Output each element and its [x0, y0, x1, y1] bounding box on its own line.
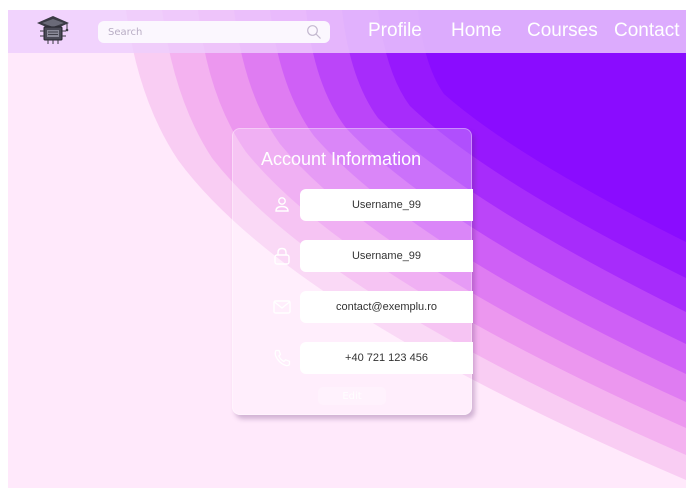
phone-field[interactable]: +40 721 123 456 — [300, 342, 473, 374]
page: Search Profile Home Courses Contact Acco… — [8, 10, 686, 488]
password-field[interactable]: Username_99 — [300, 240, 473, 272]
card-title: Account Information — [261, 149, 422, 169]
nav-link-courses[interactable]: Courses — [527, 20, 598, 42]
user-icon — [275, 197, 289, 212]
username-field[interactable]: Username_99 — [300, 189, 473, 221]
search-icon[interactable] — [306, 24, 322, 40]
account-info-card: Account Information Username_99 Username… — [232, 128, 473, 415]
nav-link-home[interactable]: Home — [451, 20, 502, 42]
mail-icon — [273, 300, 291, 314]
phone-icon — [274, 349, 291, 367]
nav-link-contact[interactable]: Contact — [614, 20, 679, 42]
edit-button[interactable]: Edit — [318, 387, 386, 405]
lock-icon — [274, 247, 290, 265]
search-input[interactable]: Search — [98, 21, 330, 43]
top-navbar: Search Profile Home Courses Contact — [8, 10, 686, 53]
nav-link-profile[interactable]: Profile — [368, 20, 422, 42]
search-placeholder: Search — [108, 26, 143, 38]
email-field[interactable]: contact@exemplu.ro — [300, 291, 473, 323]
graduation-cap-logo-icon[interactable] — [34, 13, 72, 47]
